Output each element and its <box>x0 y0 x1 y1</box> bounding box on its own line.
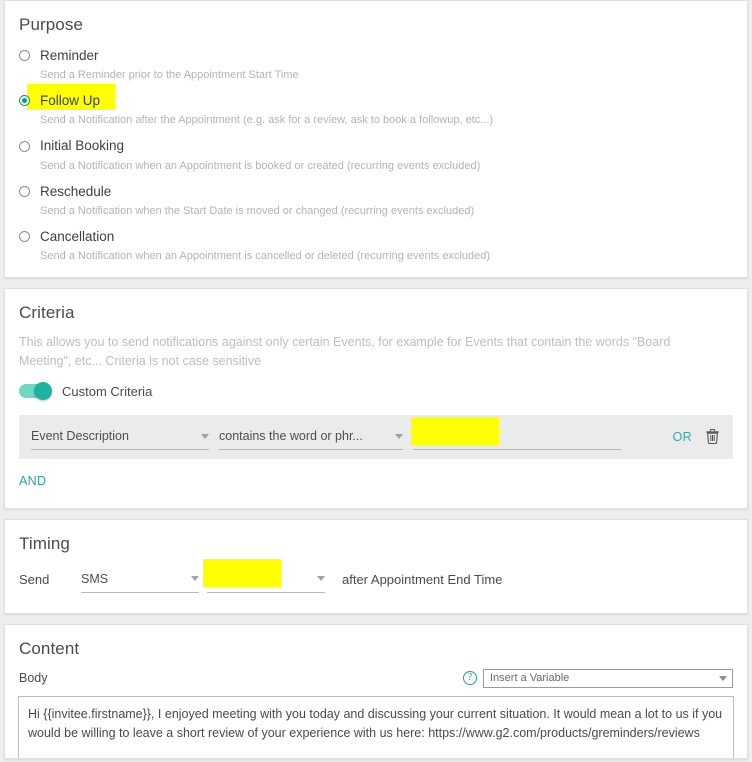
radio-desc-cancellation: Send a Notification when an Appointment … <box>40 250 491 263</box>
radio-desc-initial-booking: Send a Notification when an Appointment … <box>40 159 481 172</box>
insert-variable-wrap: ? Insert a Variable <box>463 668 733 688</box>
highlight-great-meeting <box>411 417 499 446</box>
insert-variable-select[interactable]: Insert a Variable <box>483 668 733 688</box>
criteria-or-label[interactable]: OR <box>673 430 706 444</box>
criteria-description: This allows you to send notifications ag… <box>19 335 671 368</box>
custom-criteria-label: Custom Criteria <box>62 383 153 399</box>
radio-icon-cancellation[interactable] <box>19 231 30 243</box>
criteria-field-select[interactable]: Event Description <box>31 423 209 451</box>
chevron-down-icon <box>201 433 209 439</box>
criteria-operator-value: contains the word or phr... <box>219 429 363 444</box>
criteria-card: Criteria This allows you to send notific… <box>4 288 748 509</box>
timing-send-label: Send <box>19 571 50 587</box>
purpose-card: Purpose Reminder Send a Reminder prior t… <box>4 0 748 279</box>
custom-criteria-toggle-row[interactable]: Custom Criteria <box>19 382 733 401</box>
timing-title: Timing <box>19 533 70 553</box>
settings-page: Purpose Reminder Send a Reminder prior t… <box>0 0 752 762</box>
timing-channel-select[interactable]: SMS <box>81 566 199 593</box>
body-textarea[interactable]: Hi {{invitee.firstname}}, I enjoyed meet… <box>18 695 734 758</box>
radio-icon-reminder[interactable] <box>19 50 30 61</box>
criteria-title: Criteria <box>19 303 75 323</box>
radio-option-cancellation[interactable]: Cancellation <box>19 226 733 247</box>
radio-option-follow-up[interactable]: Follow Up <box>19 84 733 111</box>
radio-label-cancellation: Cancellation <box>40 228 115 244</box>
criteria-rule-row: Event Description contains the word or p… <box>19 414 733 459</box>
radio-desc-reschedule: Send a Notification when the Start Date … <box>40 204 475 217</box>
timing-suffix-label: after Appointment End Time <box>342 571 503 587</box>
radio-label-reschedule: Reschedule <box>40 183 112 199</box>
criteria-and-link[interactable]: AND <box>19 474 46 488</box>
purpose-title: Purpose <box>19 15 84 34</box>
purpose-radio-group: Reminder Send a Reminder prior to the Ap… <box>19 45 733 263</box>
body-header-row: Body ? Insert a Variable <box>19 668 733 688</box>
criteria-operator-select[interactable]: contains the word or phr... <box>219 423 403 451</box>
radio-icon-reschedule[interactable] <box>19 185 30 197</box>
criteria-field-value: Event Description <box>31 429 129 444</box>
timing-card: Timing Send SMS 1 Hour after Appointment… <box>4 518 748 614</box>
timing-channel-value: SMS <box>81 571 109 586</box>
content-card: Content Body ? Insert a Variable Hi {{in… <box>4 623 748 759</box>
chevron-down-icon <box>191 576 199 582</box>
toggle-switch-icon[interactable] <box>19 382 52 401</box>
radio-option-reminder[interactable]: Reminder <box>19 45 733 66</box>
radio-desc-follow-up: Send a Notification after the Appointmen… <box>40 114 494 127</box>
timing-row: Send SMS 1 Hour after Appointment End Ti… <box>19 558 733 593</box>
radio-label-follow-up: Follow Up <box>40 93 101 109</box>
chevron-down-icon <box>317 576 325 582</box>
chevron-down-icon <box>395 433 403 439</box>
radio-label-reminder: Reminder <box>40 47 99 63</box>
chevron-down-icon <box>719 675 727 681</box>
radio-desc-reminder: Send a Reminder prior to the Appointment… <box>40 69 299 81</box>
radio-icon-initial-booking[interactable] <box>19 140 30 152</box>
criteria-text-input[interactable]: Great Meeting <box>411 417 621 451</box>
body-label: Body <box>19 671 48 686</box>
toggle-knob <box>34 382 52 401</box>
trash-icon[interactable] <box>706 429 719 445</box>
radio-option-reschedule[interactable]: Reschedule <box>19 181 733 202</box>
highlight-one-hour <box>203 558 281 587</box>
radio-label-initial-booking: Initial Booking <box>40 138 125 154</box>
radio-option-initial-booking[interactable]: Initial Booking <box>19 136 733 157</box>
timing-offset-select[interactable]: 1 Hour <box>203 558 325 593</box>
help-circle-icon[interactable]: ? <box>463 671 477 686</box>
insert-variable-placeholder: Insert a Variable <box>490 672 570 685</box>
content-title: Content <box>19 638 80 658</box>
